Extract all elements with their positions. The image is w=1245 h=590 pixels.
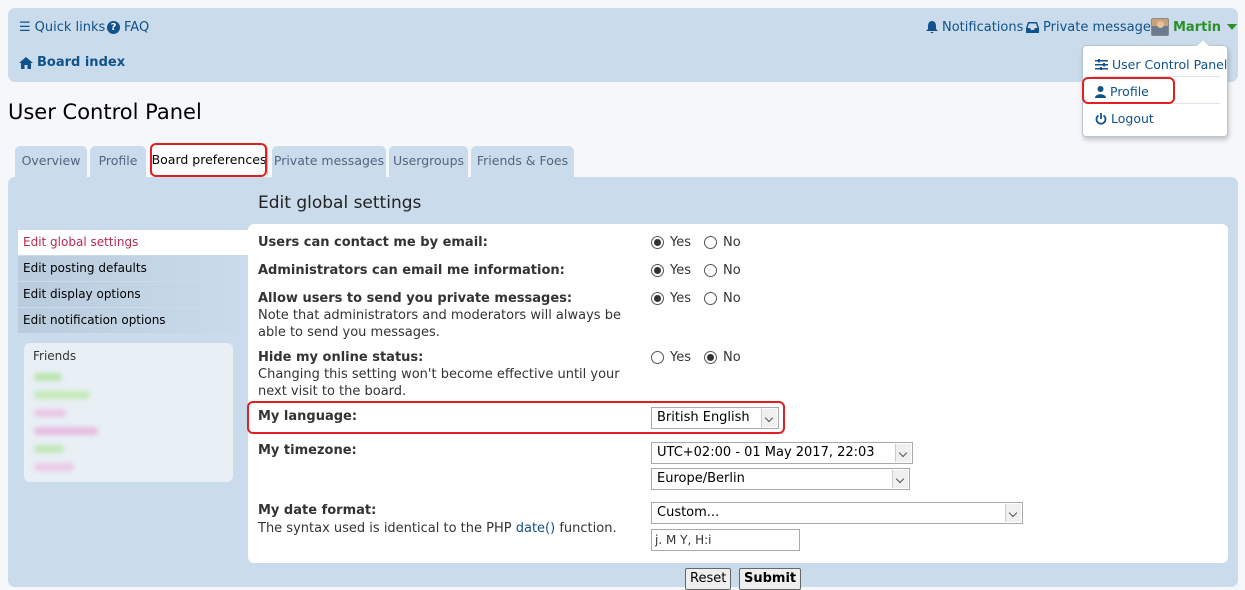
hide-online-label: Hide my online status:: [258, 350, 424, 365]
contact-email-yes-radio[interactable]: [651, 236, 664, 249]
hide-online-radio-group: Yes No: [651, 350, 748, 365]
chevron-down-icon: [1005, 504, 1021, 522]
power-icon: [1095, 112, 1107, 125]
user-icon: [1095, 85, 1106, 98]
admin-email-yes-radio[interactable]: [651, 264, 664, 277]
hide-online-yes-radio[interactable]: [651, 351, 664, 364]
sliders-icon: [1095, 59, 1108, 70]
allow-pm-yes-radio[interactable]: [651, 292, 664, 305]
friend-entry-blurred: [34, 373, 62, 381]
tab-friends-foes[interactable]: Friends & Foes: [471, 146, 574, 177]
sidebar-item-edit-global-settings[interactable]: Edit global settings: [18, 230, 248, 255]
username: Martin: [1173, 19, 1222, 35]
friends-title: Friends: [33, 349, 77, 363]
page-title: User Control Panel: [8, 100, 202, 124]
admin-email-no-radio[interactable]: [704, 264, 717, 277]
tab-board-preferences[interactable]: Board preferences: [150, 144, 268, 175]
menu-divider: [1092, 103, 1220, 104]
allow-pm-label: Allow users to send you private messages…: [258, 291, 573, 306]
timezone-offset-select[interactable]: UTC+02:00 - 01 May 2017, 22:03: [651, 442, 913, 464]
tab-overview[interactable]: Overview: [15, 146, 87, 177]
menu-item-profile[interactable]: Profile: [1095, 84, 1149, 99]
sidebar-item-edit-posting-defaults[interactable]: Edit posting defaults: [18, 256, 248, 281]
section-title: Edit global settings: [258, 193, 422, 213]
php-date-link[interactable]: date(): [516, 521, 555, 536]
admin-email-radio-group: Yes No: [651, 263, 748, 278]
chevron-down-icon: [761, 409, 777, 427]
date-format-label: My date format:: [258, 503, 377, 518]
custom-date-format-input[interactable]: [651, 529, 800, 551]
contact-email-no-radio[interactable]: [704, 236, 717, 249]
sidebar-item-edit-display-options[interactable]: Edit display options: [18, 282, 248, 307]
menu-item-user-control-panel[interactable]: User Control Panel: [1095, 57, 1227, 72]
faq-link[interactable]: ? FAQ: [107, 20, 149, 35]
tab-usergroups[interactable]: Usergroups: [389, 146, 468, 177]
board-index-link[interactable]: Board index: [19, 55, 125, 70]
chevron-down-icon: [895, 444, 911, 462]
home-icon: [19, 56, 33, 69]
friend-entry-blurred: [34, 445, 64, 453]
admin-email-label: Administrators can email me information:: [258, 263, 565, 278]
inbox-icon: [1026, 22, 1039, 33]
hide-online-description: Changing this setting won't become effec…: [258, 367, 620, 399]
question-circle-icon: ?: [107, 21, 120, 34]
avatar: [1151, 18, 1169, 36]
caret-down-icon: [1227, 24, 1238, 30]
language-select[interactable]: British English: [651, 407, 779, 429]
friend-entry-blurred: [34, 427, 98, 435]
notifications-link[interactable]: Notifications: [926, 20, 1023, 35]
chevron-down-icon: [892, 470, 908, 488]
timezone-zone-select[interactable]: Europe/Berlin: [651, 468, 910, 490]
friend-entry-blurred: [34, 391, 90, 399]
allow-pm-description: Note that administrators and moderators …: [258, 308, 621, 340]
date-format-select[interactable]: Custom...: [651, 502, 1023, 524]
timezone-label: My timezone:: [258, 443, 357, 458]
bell-icon: [926, 21, 938, 34]
reset-button[interactable]: Reset: [685, 568, 732, 590]
allow-pm-radio-group: Yes No: [651, 291, 748, 306]
contact-email-label: Users can contact me by email:: [258, 235, 488, 250]
tab-private-messages[interactable]: Private messages: [272, 146, 386, 177]
sidebar-item-edit-notification-options[interactable]: Edit notification options: [18, 308, 248, 333]
private-messages-link[interactable]: Private messages: [1026, 20, 1158, 35]
hamburger-icon: ☰: [19, 20, 31, 35]
friend-entry-blurred: [34, 463, 74, 471]
hide-online-no-radio[interactable]: [704, 351, 717, 364]
language-label: My language:: [258, 409, 358, 424]
quick-links-button[interactable]: ☰ Quick links: [19, 20, 105, 35]
submit-button[interactable]: Submit: [739, 568, 802, 590]
friend-entry-blurred: [34, 409, 66, 417]
friends-box: Friends: [24, 343, 233, 482]
date-format-description: The syntax used is identical to the PHP …: [258, 521, 617, 536]
tab-profile[interactable]: Profile: [90, 146, 146, 177]
user-menu-toggle[interactable]: Martin: [1151, 18, 1238, 36]
menu-divider: [1092, 76, 1220, 77]
allow-pm-no-radio[interactable]: [704, 292, 717, 305]
menu-item-logout[interactable]: Logout: [1095, 111, 1154, 126]
contact-email-radio-group: Yes No: [651, 235, 748, 250]
